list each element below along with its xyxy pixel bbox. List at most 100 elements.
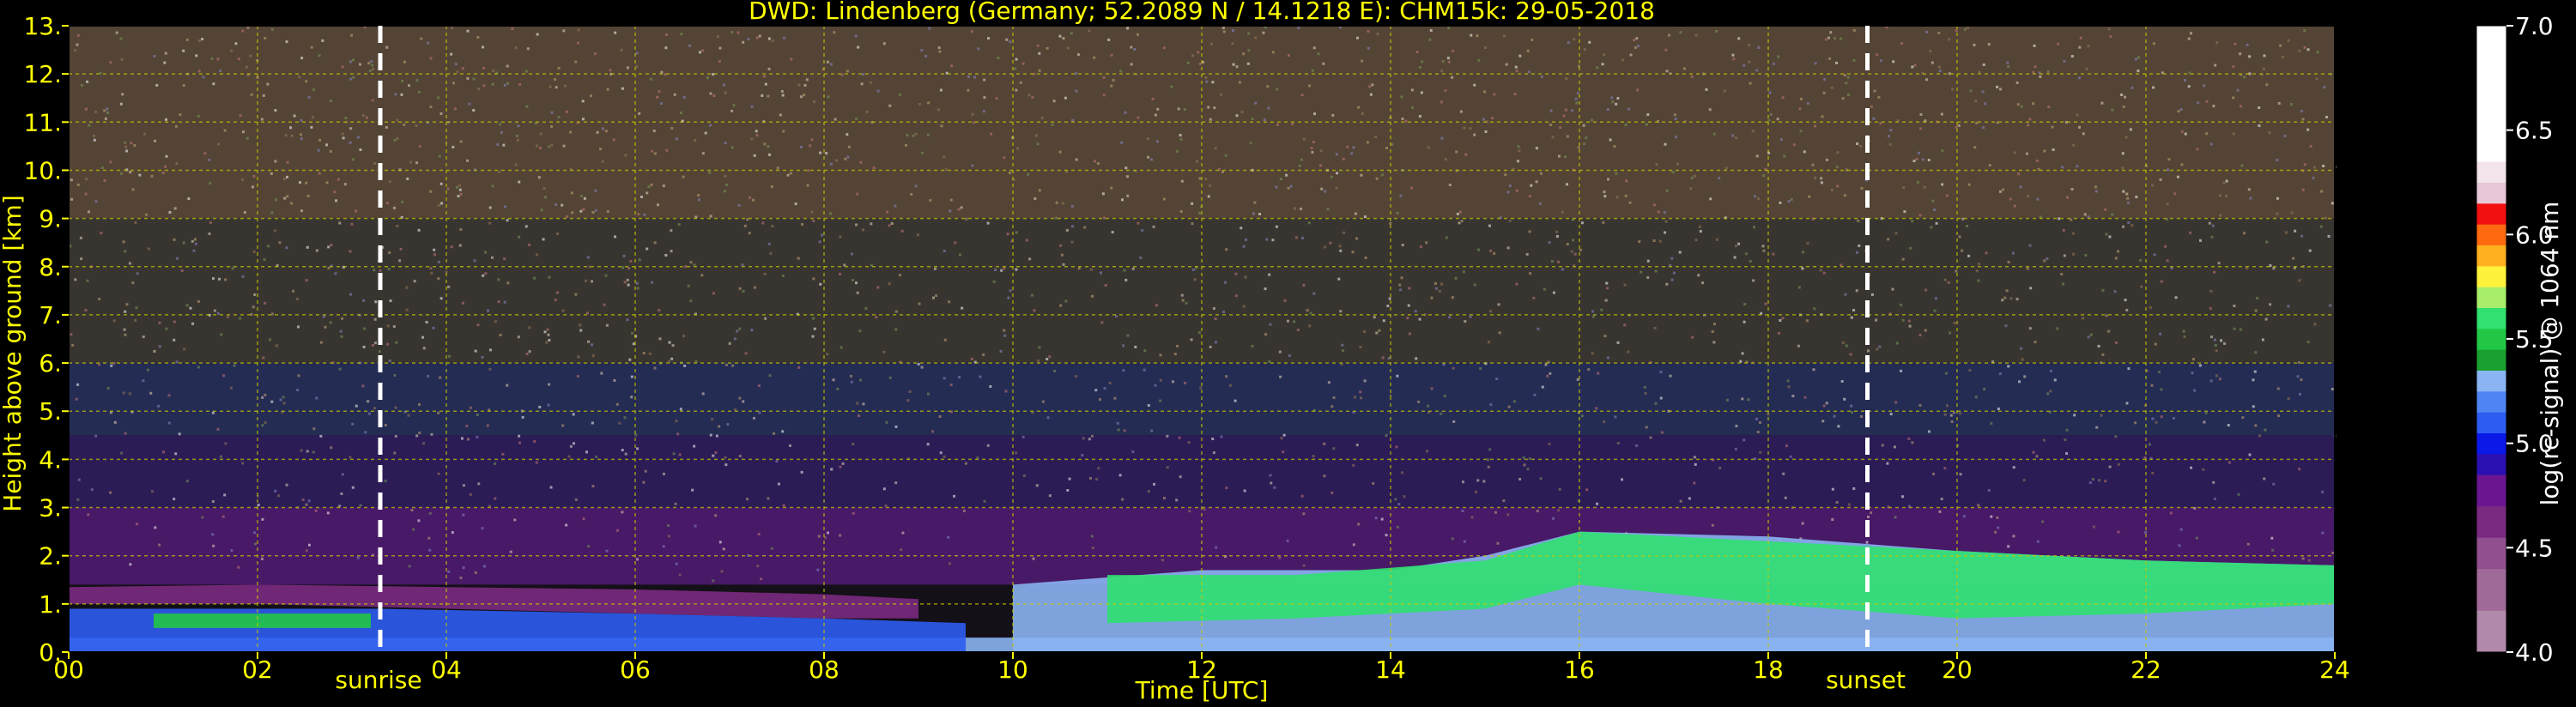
noise-speck bbox=[266, 82, 270, 86]
noise-speck bbox=[1406, 317, 1409, 320]
noise-speck bbox=[1973, 146, 1977, 149]
noise-speck bbox=[1949, 331, 1952, 335]
noise-speck bbox=[2131, 86, 2134, 89]
noise-speck bbox=[100, 166, 104, 169]
noise-speck bbox=[1324, 245, 1327, 249]
backscatter-noise bbox=[69, 26, 2337, 585]
noise-speck bbox=[133, 144, 136, 148]
noise-speck bbox=[1879, 59, 1882, 63]
noise-speck bbox=[124, 149, 128, 153]
noise-speck bbox=[1240, 227, 1243, 230]
noise-speck bbox=[1911, 65, 1914, 69]
noise-speck bbox=[1866, 515, 1870, 518]
noise-speck bbox=[1051, 123, 1054, 126]
noise-speck bbox=[386, 324, 390, 328]
noise-speck bbox=[2188, 71, 2191, 75]
noise-speck bbox=[1452, 49, 1455, 52]
noise-speck bbox=[514, 163, 518, 166]
noise-speck bbox=[2035, 455, 2039, 458]
noise-speck bbox=[924, 54, 928, 57]
noise-speck bbox=[439, 376, 442, 379]
noise-speck bbox=[2028, 118, 2032, 121]
noise-speck bbox=[794, 202, 797, 206]
noise-speck bbox=[876, 286, 880, 289]
noise-speck bbox=[1797, 286, 1801, 289]
noise-speck bbox=[1041, 400, 1045, 403]
noise-speck bbox=[629, 260, 633, 263]
noise-speck bbox=[1046, 357, 1049, 360]
noise-speck bbox=[1783, 154, 1786, 158]
noise-speck bbox=[1607, 178, 1610, 181]
noise-speck bbox=[1081, 453, 1084, 456]
noise-speck bbox=[888, 282, 891, 286]
noise-speck bbox=[1603, 195, 1607, 198]
noise-speck bbox=[456, 70, 459, 74]
noise-speck bbox=[465, 425, 469, 428]
noise-speck bbox=[1462, 270, 1465, 274]
noise-speck bbox=[1743, 303, 1747, 306]
noise-speck bbox=[1264, 333, 1268, 336]
noise-speck bbox=[1483, 90, 1487, 94]
noise-speck bbox=[1911, 220, 1914, 223]
noise-speck bbox=[587, 545, 591, 548]
noise-speck bbox=[1624, 124, 1627, 127]
noise-speck bbox=[648, 352, 652, 355]
noise-speck bbox=[488, 348, 492, 352]
noise-speck bbox=[2277, 414, 2281, 418]
noise-speck bbox=[524, 69, 528, 73]
noise-speck bbox=[761, 94, 764, 97]
noise-speck bbox=[2298, 468, 2301, 471]
noise-speck bbox=[1311, 69, 1314, 72]
noise-speck bbox=[1575, 101, 1579, 105]
noise-speck bbox=[2303, 45, 2306, 49]
noise-speck bbox=[1518, 149, 1521, 153]
noise-speck bbox=[2152, 86, 2155, 89]
noise-speck bbox=[1203, 508, 1206, 511]
noise-speck bbox=[1430, 296, 1433, 299]
noise-speck bbox=[1579, 248, 1582, 251]
noise-speck bbox=[920, 366, 924, 369]
noise-speck bbox=[1803, 396, 1807, 399]
noise-speck bbox=[888, 224, 891, 227]
noise-speck bbox=[1082, 437, 1085, 440]
noise-speck bbox=[106, 112, 110, 115]
noise-speck bbox=[1075, 89, 1078, 93]
noise-speck bbox=[2298, 392, 2301, 396]
noise-speck bbox=[1564, 108, 1567, 112]
noise-speck bbox=[1225, 486, 1228, 490]
noise-speck bbox=[300, 209, 304, 213]
noise-speck bbox=[812, 219, 815, 222]
noise-speck bbox=[900, 229, 904, 233]
noise-speck bbox=[472, 109, 476, 112]
noise-speck bbox=[1381, 356, 1385, 360]
noise-speck bbox=[497, 300, 500, 304]
noise-speck bbox=[234, 42, 238, 45]
noise-speck bbox=[393, 451, 397, 455]
noise-speck bbox=[528, 350, 531, 354]
noise-speck bbox=[350, 222, 354, 226]
y-tick-label: 11. bbox=[23, 108, 62, 136]
noise-speck bbox=[1102, 216, 1106, 220]
noise-speck bbox=[1847, 503, 1851, 506]
noise-speck bbox=[746, 498, 749, 501]
noise-speck bbox=[1373, 316, 1376, 319]
noise-speck bbox=[1958, 235, 1961, 239]
noise-speck bbox=[997, 56, 1000, 59]
noise-speck bbox=[1948, 38, 1951, 41]
noise-speck bbox=[1734, 447, 1737, 450]
noise-speck bbox=[178, 432, 181, 436]
noise-speck bbox=[388, 180, 391, 184]
noise-speck bbox=[1235, 114, 1239, 118]
noise-speck bbox=[1541, 385, 1544, 389]
noise-speck bbox=[856, 402, 859, 405]
noise-speck bbox=[755, 134, 759, 137]
noise-speck bbox=[937, 108, 941, 112]
noise-speck bbox=[115, 31, 118, 34]
noise-speck bbox=[1213, 106, 1216, 110]
noise-speck bbox=[723, 83, 726, 87]
noise-speck bbox=[1821, 420, 1825, 423]
noise-speck bbox=[450, 245, 453, 249]
noise-speck bbox=[396, 224, 399, 227]
noise-speck bbox=[572, 413, 575, 416]
noise-speck bbox=[1308, 84, 1312, 88]
